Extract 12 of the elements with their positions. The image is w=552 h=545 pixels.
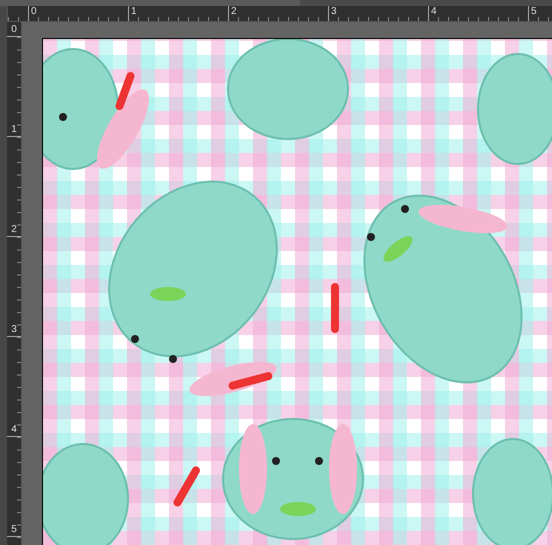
ruler-label: 0 xyxy=(31,6,37,18)
ruler-label: 1 xyxy=(11,124,17,136)
ruler-label: 5 xyxy=(11,524,17,536)
ruler-label: 1 xyxy=(131,6,137,18)
ruler-label: 4 xyxy=(11,424,17,436)
ruler-label: 3 xyxy=(331,6,337,18)
ruler-label: 2 xyxy=(11,224,17,236)
ruler-label: 5 xyxy=(531,6,537,18)
ruler-label: 4 xyxy=(431,6,437,18)
ruler-label: 0 xyxy=(11,24,17,36)
ruler-label: 2 xyxy=(231,6,237,18)
ruler-label: 3 xyxy=(11,324,17,336)
